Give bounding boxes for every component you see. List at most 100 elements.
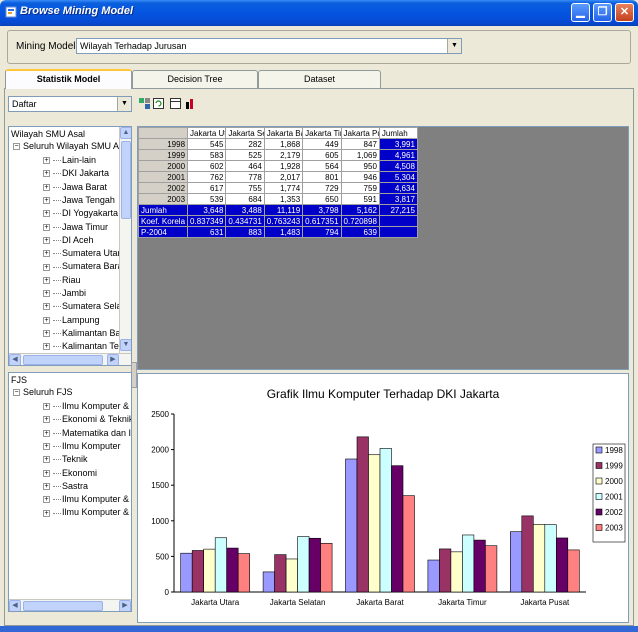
grid-view-icon[interactable] [170, 98, 181, 109]
expand-icon[interactable]: + [43, 223, 50, 231]
grid-row-header[interactable]: 2002 [137, 182, 189, 194]
grid-cell[interactable]: 778 [225, 171, 265, 183]
grid-cell[interactable]: 684 [225, 193, 265, 205]
grid-cell[interactable]: 3,648 [187, 204, 227, 216]
expand-icon[interactable]: + [43, 303, 50, 311]
tree-node[interactable]: + DI Yogyakarta [43, 208, 118, 218]
grid-cell[interactable]: 5,304 [378, 171, 418, 183]
grid-summary-row[interactable]: Jumlah 3,648 3,488 11,119 3,798 5,162 27,215 [137, 204, 418, 216]
grid-cell[interactable]: 759 [340, 182, 380, 194]
grid-cell[interactable] [378, 226, 418, 238]
scroll-left-button[interactable]: ◀ [9, 354, 21, 365]
tree-node[interactable]: + DI Aceh [43, 235, 94, 245]
grid-column-header[interactable]: Jakarta Bara [263, 127, 304, 139]
grid-cell[interactable]: 545 [187, 138, 227, 150]
grid-cell[interactable]: 2,179 [263, 149, 304, 161]
mining-model-select[interactable]: Wilayah Terhadap Jurusan ▼ [76, 38, 462, 54]
tree-node[interactable]: + DKI Jakarta [43, 168, 109, 178]
collapse-icon[interactable]: − [13, 143, 20, 151]
grid-column-header[interactable]: Jakarta Sela [225, 127, 265, 139]
grid-cell[interactable]: 3,817 [378, 193, 418, 205]
expand-icon[interactable]: + [43, 290, 50, 298]
minimize-button[interactable]: ▁ [571, 3, 590, 22]
grid-row-header[interactable]: 1999 [137, 149, 189, 161]
scroll-thumb[interactable] [23, 355, 103, 365]
grid-cell[interactable]: 602 [187, 160, 227, 172]
grid-cell[interactable]: 5,162 [340, 204, 380, 216]
grid-cell[interactable]: 801 [302, 171, 342, 183]
grid-cell[interactable]: 631 [187, 226, 227, 238]
tree-node[interactable]: + Lampung [43, 315, 100, 325]
grid-cell[interactable]: 1,069 [340, 149, 380, 161]
grid-cell[interactable]: 605 [302, 149, 342, 161]
scroll-right-button[interactable]: ▶ [119, 600, 131, 611]
tree-node[interactable]: + Ekonomi & Teknik [43, 414, 131, 424]
grid-cell[interactable]: 3,798 [302, 204, 342, 216]
scroll-thumb[interactable] [23, 601, 103, 611]
grid-cell[interactable]: 0.617351 [302, 215, 342, 227]
grid-cell[interactable]: 27,215 [378, 204, 418, 216]
chart-icon[interactable] [185, 98, 196, 109]
scroll-down-button[interactable]: ▼ [120, 339, 131, 351]
tree-node[interactable]: + Ekonomi [43, 468, 97, 478]
tab-decision-tree[interactable]: Decision Tree [132, 70, 258, 88]
grid-cell[interactable]: 564 [302, 160, 342, 172]
grid-cell[interactable]: 583 [187, 149, 227, 161]
grid-cell[interactable]: 755 [225, 182, 265, 194]
tree-node[interactable]: + Matematika dan Ilmu Pe [43, 428, 131, 438]
expand-icon[interactable]: + [43, 456, 50, 464]
grid-cell[interactable]: 525 [225, 149, 265, 161]
grid-row[interactable]: 2000 602 464 1,928 564 950 4,508 [137, 160, 418, 172]
grid-cell[interactable]: 3,991 [378, 138, 418, 150]
grid-cell[interactable]: 762 [187, 171, 227, 183]
grid-cell[interactable]: 617 [187, 182, 227, 194]
tree-node-all-regions[interactable]: − Seluruh Wilayah SMU Asal [13, 141, 131, 151]
grid-cell[interactable]: 729 [302, 182, 342, 194]
tree-node[interactable]: + Sumatera Utara [43, 248, 126, 258]
grid-cell[interactable] [378, 215, 418, 227]
expand-icon[interactable]: + [43, 157, 50, 165]
grid-row[interactable]: 1999 583 525 2,179 605 1,069 4,961 [137, 149, 418, 161]
maximize-button[interactable]: ❐ [593, 3, 612, 22]
tree-node[interactable]: + Ilmu Komputer & Ekono [43, 494, 131, 504]
grid-row-header[interactable]: 2001 [137, 171, 189, 183]
grid-column-header[interactable]: Jakarta Pus [340, 127, 380, 139]
refresh-icon[interactable] [153, 98, 164, 109]
expand-icon[interactable]: + [43, 197, 50, 205]
grid-cell[interactable]: 464 [225, 160, 265, 172]
grid-cell[interactable]: 639 [340, 226, 380, 238]
grid-cell[interactable]: 4,961 [378, 149, 418, 161]
view-dropdown-button[interactable]: ▼ [117, 97, 131, 111]
layout-icon[interactable] [139, 98, 150, 109]
grid-column-header[interactable]: Jakarta Utar [187, 127, 227, 139]
expand-icon[interactable]: + [43, 403, 50, 411]
grid-cell[interactable]: 950 [340, 160, 380, 172]
grid-row-header[interactable]: 1998 [137, 138, 189, 150]
expand-icon[interactable]: + [43, 429, 50, 437]
grid-cell[interactable]: 0.837349 [187, 215, 227, 227]
scroll-left-button[interactable]: ◀ [9, 600, 21, 611]
tree-node[interactable]: + Ilmu Komputer [43, 441, 121, 451]
collapse-icon[interactable]: − [13, 389, 20, 397]
tree-root[interactable]: Wilayah SMU Asal [11, 129, 85, 139]
tree-node[interactable]: + Riau [43, 275, 81, 285]
mining-model-dropdown-button[interactable]: ▼ [447, 39, 461, 53]
grid-cell[interactable]: 11,119 [263, 204, 304, 216]
tree-node[interactable]: + Teknik [43, 454, 88, 464]
tab-statistik-model[interactable]: Statistik Model [5, 69, 132, 89]
grid-row-header[interactable]: Jumlah [137, 204, 189, 216]
expand-icon[interactable]: + [43, 496, 50, 504]
grid-cell[interactable]: 282 [225, 138, 265, 150]
expand-icon[interactable]: + [43, 509, 50, 517]
grid-summary-row[interactable]: P-2004 631 883 1,483 794 639 [137, 226, 418, 238]
grid-cell[interactable]: 4,508 [378, 160, 418, 172]
expand-icon[interactable]: + [43, 183, 50, 191]
scroll-up-button[interactable]: ▲ [120, 127, 131, 139]
grid-cell[interactable]: 0.763243 [263, 215, 304, 227]
grid-row-header[interactable]: Koef. Korela [137, 215, 189, 227]
tree-node[interactable]: + Lain-lain [43, 155, 96, 165]
grid-cell[interactable]: 449 [302, 138, 342, 150]
expand-icon[interactable]: + [43, 482, 50, 490]
data-grid[interactable]: Jakarta UtarJakarta SelaJakarta Bara Jaka… [137, 127, 418, 238]
expand-icon[interactable]: + [43, 316, 50, 324]
